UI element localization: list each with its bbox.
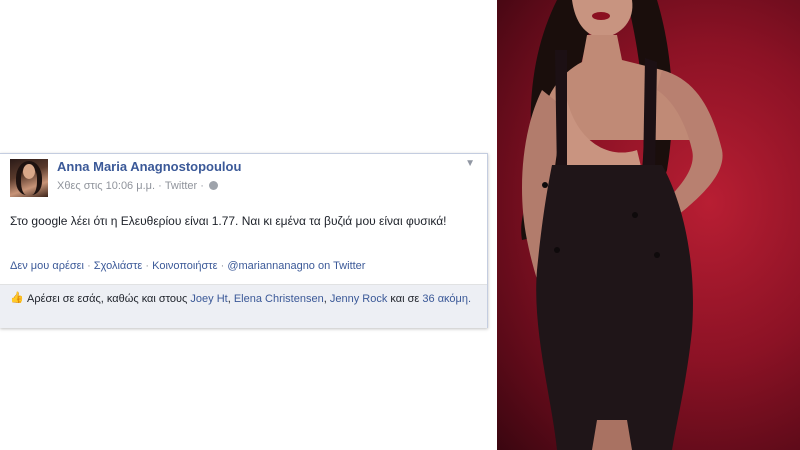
globe-icon: [209, 181, 218, 190]
likes-prefix: Αρέσει σε εσάς, καθώς και στους: [27, 293, 188, 305]
twitter-link[interactable]: @mariannanagno on Twitter: [227, 260, 365, 272]
post-text: Στο google λέει ότι η Ελευθερίου είναι 1…: [10, 214, 447, 228]
timestamp[interactable]: Χθες στις 10:06 μ.μ.: [57, 180, 155, 192]
avatar[interactable]: [10, 159, 48, 197]
likes-more-link[interactable]: ακόμη.: [438, 293, 471, 305]
thumbs-up-icon: 👍: [10, 292, 24, 304]
liker-elena[interactable]: Elena Christensen: [234, 293, 324, 305]
likes-count-link[interactable]: 36: [422, 293, 434, 305]
share-link[interactable]: Κοινοποιήστε: [152, 260, 217, 272]
likes-summary: Αρέσει σε εσάς, καθώς και στους Joey Ht,…: [27, 293, 472, 305]
source-label: Twitter: [164, 180, 198, 192]
photo: [497, 0, 800, 450]
chevron-down-icon[interactable]: ▼: [465, 158, 475, 169]
liker-jenny[interactable]: Jenny Rock: [330, 293, 387, 305]
post-meta: Χθες στις 10:06 μ.μ. · Twitter ·: [57, 180, 218, 192]
likes-and-in: και σε: [390, 293, 420, 305]
facebook-post: Anna Maria Anagnostopoulou ▼ Χθες στις 1…: [0, 153, 488, 328]
comment-link[interactable]: Σχολιάστε: [94, 260, 143, 272]
photo-illustration: [521, 0, 723, 450]
post-actions: Δεν μου αρέσει · Σχολιάστε · Κοινοποιήστ…: [10, 260, 366, 272]
likes-bar: 👍 Αρέσει σε εσάς, καθώς και στους Joey H…: [0, 284, 487, 328]
unlike-link[interactable]: Δεν μου αρέσει: [10, 260, 84, 272]
liker-joey[interactable]: Joey Ht: [190, 293, 227, 305]
author-name[interactable]: Anna Maria Anagnostopoulou: [57, 159, 241, 174]
